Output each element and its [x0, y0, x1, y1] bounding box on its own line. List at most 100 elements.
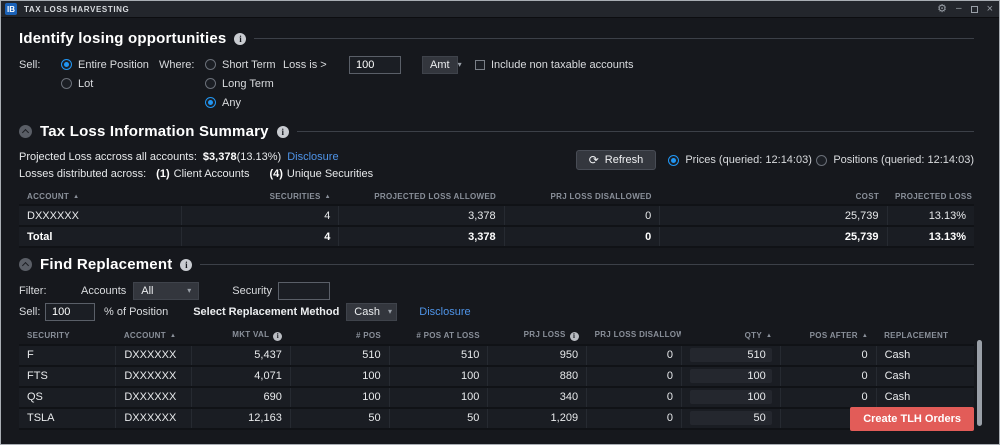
cell: 100 [290, 366, 389, 387]
radio-entire-position[interactable]: Entire Position [61, 59, 159, 71]
cell: 50 [681, 408, 780, 429]
settings-gear-icon[interactable]: ⚙ [937, 4, 947, 14]
radio-long-term[interactable]: Long Term [205, 78, 283, 90]
table-row[interactable]: FDXXXXXX5,43751051095005100Cash [19, 345, 974, 366]
table-row[interactable]: DXXXXXX43,378025,73913.13% [19, 205, 974, 226]
cell: TSLA [19, 408, 116, 429]
table-row[interactable]: QSDXXXXXX69010010034001000Cash [19, 387, 974, 408]
loss-is-label: Loss is > [283, 59, 339, 71]
section-divider [254, 38, 974, 39]
column-header[interactable]: POS AFTER▲ [780, 327, 876, 345]
refresh-icon: ⟳ [589, 155, 599, 166]
unique-securities-label: Unique Securities [287, 168, 373, 180]
radio-icon [205, 59, 216, 70]
cell: 0 [504, 226, 660, 247]
radio-positions-queried[interactable]: Positions (queried: 12:14:03) [816, 150, 974, 170]
table-row[interactable]: TSLADXXXXXX12,16350501,2090500Cash [19, 408, 974, 429]
disclosure-link[interactable]: Disclosure [287, 151, 338, 163]
info-icon[interactable]: i [180, 259, 192, 271]
total-row: Total43,378025,73913.13% [19, 226, 974, 247]
loss-unit-dropdown[interactable]: Amt ▾ [422, 56, 458, 74]
sort-asc-icon: ▲ [170, 333, 176, 339]
radio-prices-queried[interactable]: Prices (queried: 12:14:03) [668, 150, 812, 170]
info-icon[interactable]: i [234, 33, 246, 45]
cell: 1,209 [488, 408, 587, 429]
replacement-method-dropdown[interactable]: Cash ▾ [346, 303, 397, 321]
projected-loss-value: $3,378 [203, 151, 237, 163]
column-header[interactable]: # POS [290, 327, 389, 345]
info-icon[interactable]: i [273, 332, 282, 341]
distributed-label: Losses distributed across: [19, 168, 146, 180]
radio-lot[interactable]: Lot [61, 78, 159, 90]
cell: DXXXXXX [116, 408, 192, 429]
cell: DXXXXXX [19, 205, 181, 226]
collapse-icon[interactable] [19, 125, 32, 138]
column-header[interactable]: COST [660, 189, 887, 205]
cell: QS [19, 387, 116, 408]
cell: 25,739 [660, 226, 887, 247]
minimize-icon[interactable]: – [956, 4, 962, 14]
radio-icon [205, 78, 216, 89]
column-header[interactable]: SECURITY [19, 327, 116, 345]
radio-any[interactable]: Any [205, 97, 283, 109]
cell: 3,378 [339, 226, 504, 247]
radio-short-term[interactable]: Short Term [205, 59, 283, 71]
cell: 510 [389, 345, 488, 366]
radio-icon [816, 155, 827, 166]
filter-label: Filter: [19, 285, 63, 297]
qty-input[interactable]: 100 [690, 390, 772, 404]
column-header[interactable]: ACCOUNT▲ [116, 327, 192, 345]
window-title: TAX LOSS HARVESTING [24, 5, 937, 14]
cell: Cash [876, 366, 974, 387]
radio-icon [668, 155, 679, 166]
column-header[interactable]: PRJ LOSS DISALLOWED [504, 189, 660, 205]
cell: 4 [181, 226, 339, 247]
cell: 4,071 [192, 366, 291, 387]
include-non-taxable-checkbox[interactable]: Include non taxable accounts [475, 59, 634, 71]
accounts-dropdown[interactable]: All ▾ [133, 282, 199, 300]
info-icon[interactable]: i [570, 332, 579, 341]
chevron-down-icon: ▾ [187, 286, 191, 295]
column-header[interactable]: PROJECTED LOSS ALLOWED [339, 189, 504, 205]
cell: 50 [389, 408, 488, 429]
refresh-button[interactable]: ⟳ Refresh [576, 150, 657, 170]
cell: 0 [504, 205, 660, 226]
client-accounts-label: Client Accounts [174, 168, 250, 180]
unique-securities-count: (4) [269, 168, 282, 180]
loss-threshold-input[interactable] [349, 56, 401, 74]
column-header[interactable]: SECURITIES▲ [181, 189, 339, 205]
maximize-icon[interactable] [971, 6, 978, 13]
sell-pct-label: Sell: [19, 306, 45, 318]
info-icon[interactable]: i [277, 126, 289, 138]
vertical-scrollbar[interactable] [977, 340, 982, 426]
collapse-icon[interactable] [19, 258, 32, 271]
create-tlh-orders-button[interactable]: Create TLH Orders [850, 407, 974, 431]
column-header[interactable]: PRJ LOSSi [488, 327, 587, 345]
cell: 510 [681, 345, 780, 366]
column-header[interactable]: MKT VALi [192, 327, 291, 345]
column-header[interactable]: PRJ LOSS DISALLOWEDi [587, 327, 682, 345]
column-header[interactable]: ACCOUNT▲ [19, 189, 181, 205]
client-accounts-count: (1) [156, 168, 169, 180]
column-header[interactable]: # POS AT LOSS [389, 327, 488, 345]
cell: 340 [488, 387, 587, 408]
identify-title: Identify losing opportunities [19, 30, 226, 47]
security-filter-input[interactable] [278, 282, 330, 300]
column-header[interactable]: REPLACEMENT [876, 327, 974, 345]
disclosure-link[interactable]: Disclosure [419, 306, 470, 318]
sell-pct-input[interactable] [45, 303, 95, 321]
cell: 950 [488, 345, 587, 366]
column-header[interactable]: PROJECTED LOSS % [887, 189, 974, 205]
cell: 100 [681, 366, 780, 387]
qty-input[interactable]: 50 [690, 411, 772, 425]
cell: 0 [780, 387, 876, 408]
checkbox-icon [475, 60, 485, 70]
column-header[interactable]: QTY▲ [681, 327, 780, 345]
cell: 12,163 [192, 408, 291, 429]
security-label: Security [232, 285, 272, 297]
where-label: Where: [159, 59, 197, 71]
qty-input[interactable]: 510 [690, 348, 772, 362]
qty-input[interactable]: 100 [690, 369, 772, 383]
close-icon[interactable]: × [987, 4, 993, 14]
table-row[interactable]: FTSDXXXXXX4,07110010088001000Cash [19, 366, 974, 387]
